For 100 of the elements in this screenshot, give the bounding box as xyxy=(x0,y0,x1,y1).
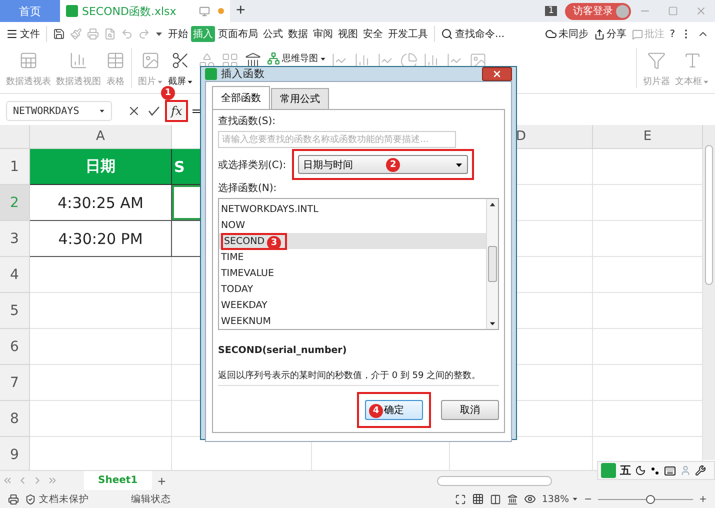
document-title: SECOND函数.xlsx xyxy=(82,4,176,18)
cloud-icon[interactable] xyxy=(544,28,557,40)
caret-icon[interactable] xyxy=(187,78,193,84)
share-icon[interactable] xyxy=(594,28,605,40)
caret-icon[interactable] xyxy=(155,30,163,38)
row-header[interactable]: 4 xyxy=(0,257,30,293)
function-item[interactable]: TODAY xyxy=(219,281,486,297)
caret-icon[interactable] xyxy=(489,320,496,327)
row-header[interactable]: 3 xyxy=(0,221,30,257)
new-tab-button[interactable]: + xyxy=(230,0,252,22)
row-header[interactable]: 7 xyxy=(0,365,30,401)
function-item[interactable]: WEEKDAY xyxy=(219,297,486,313)
mind-map-icon[interactable] xyxy=(267,52,280,65)
help-button[interactable]: ? xyxy=(668,28,677,40)
caret-icon[interactable] xyxy=(99,108,105,114)
close-icon[interactable] xyxy=(492,69,502,79)
menu-tab[interactable]: 页面布局 xyxy=(216,26,260,42)
row-header[interactable]: 9 xyxy=(0,437,30,473)
table-cell: 4:30:25 AM xyxy=(30,185,172,221)
fullscreen-icon[interactable] xyxy=(454,494,466,504)
column-header[interactable]: A xyxy=(30,125,172,149)
table-cell: 日期 xyxy=(30,149,172,185)
function-item[interactable]: TIMEVALUE xyxy=(219,265,486,281)
window-count[interactable]: 1 xyxy=(545,6,557,16)
cancel-icon[interactable] xyxy=(127,104,141,118)
menu-icon[interactable] xyxy=(6,28,18,40)
caret-icon[interactable] xyxy=(455,160,464,168)
save-icon[interactable] xyxy=(53,28,65,40)
ribbon-tool-icon[interactable] xyxy=(171,51,190,70)
scroll-thumb[interactable] xyxy=(705,145,713,285)
dialog-tab[interactable]: 全部函数 xyxy=(212,86,270,109)
row-header[interactable]: 8 xyxy=(0,401,30,437)
login-button[interactable]: 访客登录 xyxy=(565,2,631,20)
cancel-button[interactable]: 取消 xyxy=(441,400,499,420)
share-button[interactable]: 分享 xyxy=(592,26,629,42)
function-description: 返回以序列号表示的某时间的秒数值，介于 0 到 59 之间的整数。 xyxy=(218,370,482,382)
document-tab[interactable]: SECOND函数.xlsx xyxy=(60,0,230,22)
function-name: TODAY xyxy=(221,284,253,294)
field-label: 查找函数(S): xyxy=(218,114,277,128)
zoom-level[interactable]: 138% xyxy=(542,494,578,504)
app-icon xyxy=(205,68,217,80)
layout-icon[interactable] xyxy=(506,494,518,504)
menu-tab[interactable]: 开始 xyxy=(166,26,190,42)
monitor-icon[interactable] xyxy=(199,6,210,16)
protection-status[interactable]: 文档未保护 xyxy=(25,492,89,506)
function-name: NOW xyxy=(221,220,245,230)
command-search[interactable]: 查找命令... xyxy=(439,26,507,42)
check-icon[interactable] xyxy=(148,105,160,117)
name-box[interactable]: NETWORKDAYS xyxy=(6,101,112,121)
caret-icon[interactable] xyxy=(320,56,326,62)
function-name: WEEKDAY xyxy=(221,300,268,310)
step-badge: 1 xyxy=(161,86,175,100)
search-field[interactable]: 请输入您要查找的函数名称或函数功能的简要描述... xyxy=(218,131,456,148)
function-item[interactable]: NETWORKDAYS.INTL xyxy=(219,201,486,217)
function-item[interactable]: TIME xyxy=(219,249,486,265)
zoom-in-button[interactable]: + xyxy=(699,494,707,504)
list-scrollbar[interactable] xyxy=(486,199,498,329)
menu-tab[interactable]: 公式 xyxy=(261,26,285,42)
column-header[interactable]: E xyxy=(593,125,703,149)
function-item[interactable]: WEEKNUM xyxy=(219,313,486,329)
scroll-up-icon[interactable] xyxy=(489,201,496,208)
avatar-icon xyxy=(616,4,629,18)
page-break-icon[interactable] xyxy=(490,494,501,504)
table-cell: 4:30:20 PM xyxy=(30,221,172,257)
insert-function-button[interactable]: fx xyxy=(168,103,186,119)
zoom-out-button[interactable]: − xyxy=(584,494,592,504)
slider-thumb[interactable] xyxy=(646,494,656,504)
printer-icon[interactable] xyxy=(8,494,19,504)
menu-tab[interactable]: 开发工具 xyxy=(386,26,430,42)
ribbon-button[interactable]: 思维导图 xyxy=(265,48,328,69)
dialog-title: 插入函数 xyxy=(221,67,265,81)
field-label: 或选择类别(C): xyxy=(218,158,286,172)
scroll-thumb[interactable] xyxy=(437,476,552,486)
function-name: TIMEVALUE xyxy=(221,268,274,278)
menu-tab[interactable]: 视图 xyxy=(336,26,360,42)
search-icon[interactable] xyxy=(441,28,453,40)
formula-text: = xyxy=(191,104,202,118)
add-sheet-button[interactable]: + xyxy=(152,472,172,488)
eye-icon[interactable] xyxy=(524,493,536,505)
dialog-tab[interactable]: 常用公式 xyxy=(271,88,329,109)
function-name: SECOND xyxy=(224,236,265,246)
edit-status: 编辑状态 xyxy=(131,492,171,506)
function-item[interactable]: SECOND 3 xyxy=(219,233,486,249)
menu-tab[interactable]: 安全 xyxy=(361,26,385,42)
sync-button[interactable]: 未同步 xyxy=(542,26,591,42)
menu-tab[interactable]: 审阅 xyxy=(311,26,335,42)
menu-tab[interactable]: 数据 xyxy=(286,26,310,42)
function-signature: SECOND(serial_number) xyxy=(218,345,348,356)
function-name: TIME xyxy=(221,252,244,262)
caret-icon[interactable] xyxy=(572,496,578,502)
function-item[interactable]: NOW xyxy=(219,217,486,233)
file-menu[interactable]: 文件 xyxy=(4,26,42,42)
shield-icon[interactable] xyxy=(25,494,36,504)
row-header[interactable]: 1 xyxy=(0,149,30,185)
row-header[interactable]: 6 xyxy=(0,329,30,365)
scroll-thumb[interactable] xyxy=(488,246,497,282)
vertical-scrollbar[interactable] xyxy=(703,125,715,460)
function-name: NETWORKDAYS.INTL xyxy=(221,204,318,214)
normal-view-icon[interactable] xyxy=(472,493,484,505)
row-header[interactable]: 5 xyxy=(0,293,30,329)
